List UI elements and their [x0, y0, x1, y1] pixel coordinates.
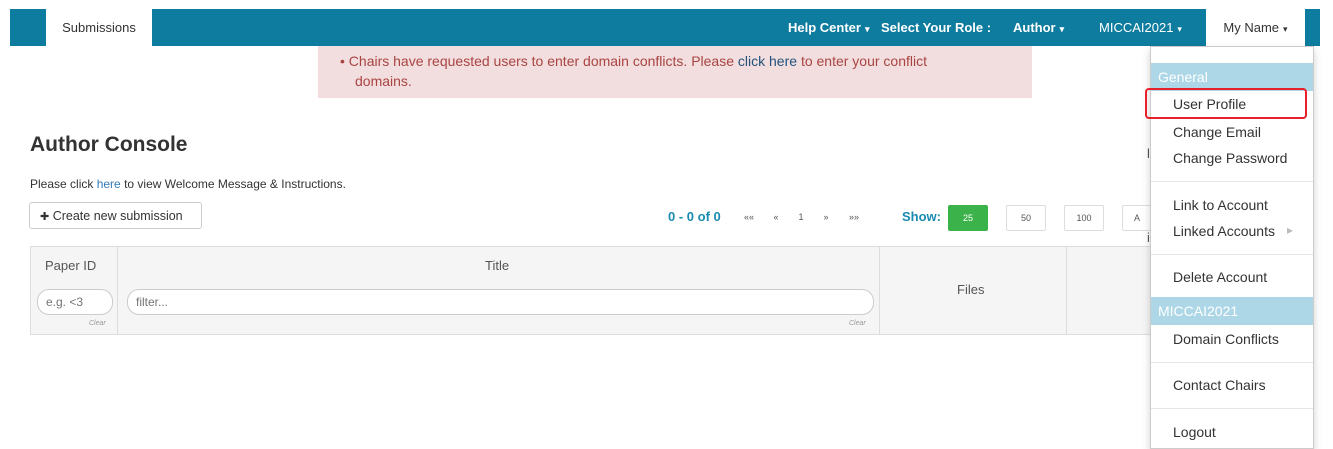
chevron-down-icon: ▾ — [1177, 24, 1182, 34]
help-center-label: Help Center — [788, 20, 861, 35]
conference-label: MICCAI2021 — [1099, 20, 1174, 35]
menu-divider — [1151, 254, 1313, 255]
menu-contact-chairs[interactable]: Contact Chairs — [1173, 377, 1266, 393]
title-filter-input[interactable] — [127, 289, 874, 315]
menu-logout[interactable]: Logout — [1173, 424, 1216, 440]
page-title: Author Console — [30, 133, 188, 156]
show-100-button[interactable]: 100 — [1064, 205, 1104, 231]
welcome-text: Please click — [30, 177, 94, 191]
chevron-down-icon: ▾ — [1283, 24, 1288, 34]
menu-domain-conflicts[interactable]: Domain Conflicts — [1173, 331, 1279, 347]
show-25-button[interactable]: 25 — [948, 205, 988, 231]
show-label: Show: — [902, 209, 941, 224]
conference-dropdown[interactable]: MICCAI2021 ▾ — [1099, 9, 1182, 46]
user-name-label: My Name — [1223, 20, 1280, 35]
show-50-button[interactable]: 50 — [1006, 205, 1046, 231]
menu-delete-account[interactable]: Delete Account — [1173, 269, 1267, 285]
menu-link-to-account[interactable]: Link to Account — [1173, 197, 1268, 213]
help-center-dropdown[interactable]: Help Center ▾ — [788, 9, 870, 46]
chevron-down-icon: ▾ — [1059, 24, 1065, 34]
create-submission-label: Create new submission — [52, 209, 183, 223]
pager-page-1[interactable]: 1 — [790, 204, 812, 230]
pager-prev-button[interactable]: « — [764, 204, 788, 230]
plus-icon: ✚ — [40, 211, 50, 223]
alert-text-after: to enter your conflict — [800, 53, 927, 69]
domain-conflict-alert: • Chairs have requested users to enter d… — [318, 46, 1032, 98]
submissions-table: Paper ID Title Files Clear Clear — [30, 246, 1160, 335]
create-submission-button[interactable]: ✚ Create new submission — [29, 202, 202, 229]
welcome-text-after: to view Welcome Message & Instructions. — [124, 177, 346, 191]
column-divider — [1066, 247, 1067, 334]
menu-divider — [1151, 362, 1313, 363]
menu-divider — [1151, 408, 1313, 409]
title-clear-link[interactable]: Clear — [849, 320, 866, 327]
header-title[interactable]: Title — [485, 258, 509, 273]
alert-text: Chairs have requested users to enter dom… — [348, 53, 735, 69]
chevron-right-icon: ▸ — [1287, 223, 1294, 237]
user-profile-highlight-box — [1145, 88, 1307, 119]
select-role-label: Select Your Role : — [881, 20, 992, 35]
top-navbar: Submissions Help Center ▾ Select Your Rol… — [0, 0, 1333, 47]
show-all-button[interactable]: A — [1122, 205, 1152, 231]
welcome-instructions: Please click here to view Welcome Messag… — [30, 177, 346, 191]
menu-linked-accounts[interactable]: Linked Accounts — [1173, 223, 1275, 239]
role-label: Author — [1013, 20, 1056, 35]
pager-info: 0 - 0 of 0 — [668, 209, 721, 224]
column-divider — [117, 247, 118, 334]
column-divider — [879, 247, 880, 334]
pager-first-button[interactable]: «« — [736, 204, 762, 230]
pager-last-button[interactable]: »» — [840, 204, 868, 230]
alert-line-2: domains. — [355, 73, 412, 89]
tab-submissions[interactable]: Submissions — [46, 9, 152, 47]
menu-change-email[interactable]: Change Email — [1173, 124, 1261, 140]
alert-click-here-link[interactable]: click here — [738, 53, 797, 69]
chevron-down-icon: ▾ — [864, 24, 870, 34]
menu-divider — [1151, 181, 1313, 182]
menu-change-password[interactable]: Change Password — [1173, 150, 1287, 166]
menu-section-general: General — [1151, 63, 1313, 91]
paper-id-filter-input[interactable] — [37, 289, 113, 315]
alert-line-1: • Chairs have requested users to enter d… — [340, 53, 927, 69]
pager-next-button[interactable]: » — [814, 204, 838, 230]
user-menu-dropdown[interactable]: My Name ▾ — [1206, 9, 1305, 46]
header-files[interactable]: Files — [957, 282, 984, 297]
bullet-icon: • — [340, 53, 345, 69]
role-dropdown[interactable]: Author ▾ — [1013, 9, 1064, 46]
header-paper-id[interactable]: Paper ID — [45, 258, 96, 273]
paper-id-clear-link[interactable]: Clear — [89, 320, 106, 327]
menu-section-conference: MICCAI2021 — [1151, 297, 1313, 325]
welcome-here-link[interactable]: here — [97, 177, 121, 191]
